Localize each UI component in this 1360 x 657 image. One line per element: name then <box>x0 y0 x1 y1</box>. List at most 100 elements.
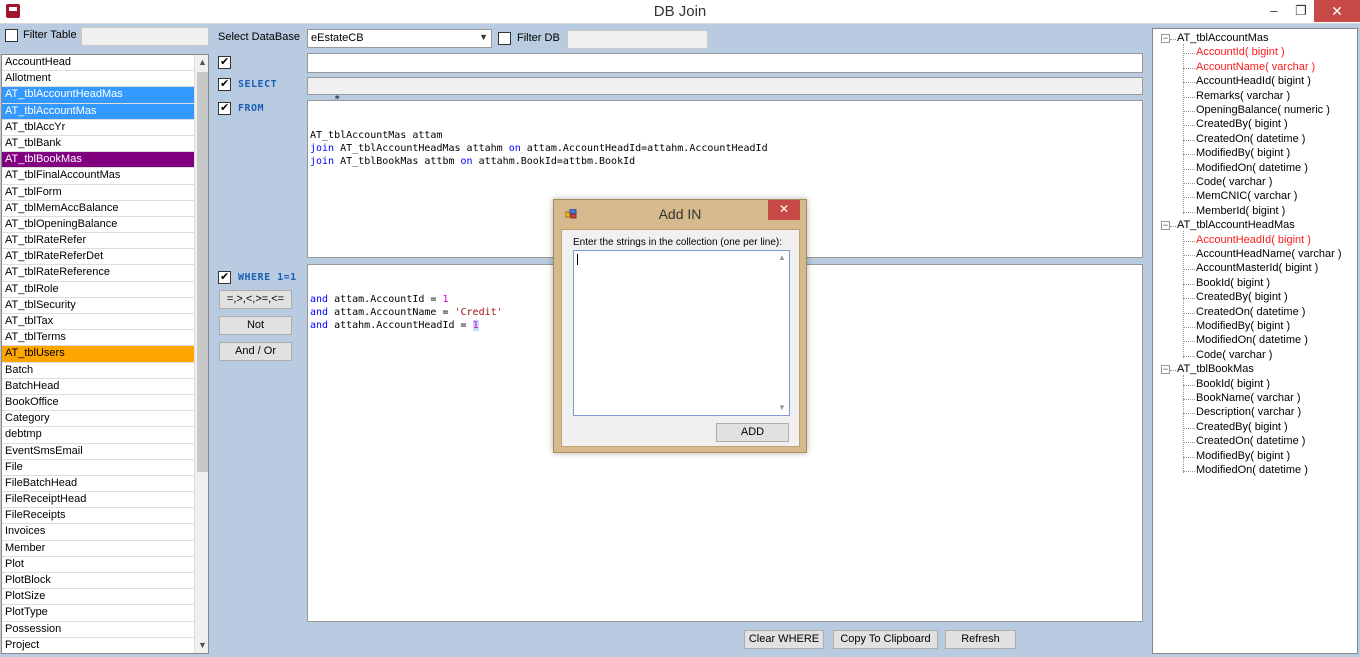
dialog-close-button[interactable]: ✕ <box>768 200 800 220</box>
table-list-item[interactable]: BookOffice <box>2 395 194 412</box>
tree-column-node[interactable]: BookId( bigint ) <box>1196 277 1270 289</box>
refresh-button[interactable]: Refresh <box>945 630 1016 649</box>
tree-column-node[interactable]: Remarks( varchar ) <box>1196 90 1290 102</box>
tree-column-node[interactable]: Code( varchar ) <box>1196 349 1272 361</box>
table-list-item[interactable]: AT_tblFinalAccountMas <box>2 168 194 185</box>
tree-column-node[interactable]: CreatedOn( datetime ) <box>1196 435 1305 447</box>
table-list-item[interactable]: File <box>2 460 194 476</box>
table-list-item[interactable]: Batch <box>2 363 194 379</box>
collapse-icon[interactable]: − <box>1161 34 1170 43</box>
header-sql-box[interactable]: SET TRANSACTION ISOLATION LEVEL READ UNC… <box>307 53 1143 94</box>
tree-column-node[interactable]: ModifiedOn( datetime ) <box>1196 334 1308 346</box>
filter-table-input[interactable] <box>81 27 209 46</box>
tree-column-node[interactable]: MemCNIC( varchar ) <box>1196 190 1297 202</box>
table-list-item[interactable]: AT_tblAccountMas <box>2 103 194 120</box>
textarea-scroll-down-icon[interactable]: ▼ <box>775 401 789 415</box>
select-box[interactable]: * <box>307 77 1143 105</box>
tree-column-node[interactable]: Code( varchar ) <box>1196 176 1272 188</box>
table-list-item[interactable]: FileReceipts <box>2 508 194 525</box>
filter-db-checkbox[interactable] <box>498 32 511 45</box>
database-select[interactable]: eEstateCB ▼ <box>307 29 492 48</box>
tree-table-node[interactable]: AT_tblBookMas <box>1177 363 1254 375</box>
table-list-item[interactable]: AT_tblOpeningBalance <box>2 217 194 234</box>
tree-column-node[interactable]: CreatedBy( bigint ) <box>1196 291 1288 303</box>
table-list-scrollbar[interactable]: ▲ ▼ <box>194 55 208 653</box>
table-list-item[interactable]: AT_tblUsers <box>2 346 194 363</box>
filter-table-checkbox[interactable] <box>5 29 18 42</box>
table-list-item[interactable]: AT_tblRole <box>2 282 194 298</box>
table-list-item[interactable]: PlotBlock <box>2 573 194 590</box>
tree-column-node[interactable]: CreatedOn( datetime ) <box>1196 306 1305 318</box>
tree-column-node[interactable]: ModifiedBy( bigint ) <box>1196 320 1290 332</box>
table-list-item[interactable]: PlotType <box>2 605 194 622</box>
table-list-item[interactable]: AT_tblRateReferDet <box>2 249 194 266</box>
table-list-item[interactable]: AT_tblTerms <box>2 330 194 347</box>
table-list-item[interactable]: AT_tblAccYr <box>2 120 194 136</box>
copy-to-clipboard-button[interactable]: Copy To Clipboard <box>833 630 938 649</box>
table-list-item[interactable]: AT_tblRateRefer <box>2 233 194 250</box>
table-list-item[interactable]: FileReceiptHead <box>2 492 194 509</box>
tree-column-node[interactable]: OpeningBalance( numeric ) <box>1196 104 1330 116</box>
columns-tree[interactable]: − AT_tblAccountMas AccountId( bigint ) Acco… <box>1152 28 1358 654</box>
filter-db-input[interactable] <box>567 30 708 49</box>
collapse-icon[interactable]: − <box>1161 365 1170 375</box>
tree-column-node[interactable]: Description( varchar ) <box>1196 406 1301 418</box>
tree-column-node[interactable]: CreatedBy( bigint ) <box>1196 118 1288 130</box>
header-sql-checkbox[interactable] <box>218 55 231 69</box>
tree-column-node[interactable]: CreatedBy( bigint ) <box>1196 421 1288 433</box>
not-button[interactable]: Not <box>219 316 292 335</box>
collapse-icon[interactable]: − <box>1161 221 1170 231</box>
table-list-item[interactable]: AT_tblRateReference <box>2 265 194 282</box>
tree-column-node[interactable]: ModifiedOn( datetime ) <box>1196 162 1308 174</box>
tree-table-node[interactable]: AT_tblAccountMas <box>1177 32 1269 44</box>
tree-column-node[interactable]: CreatedOn( datetime ) <box>1196 133 1305 145</box>
select-checkbox[interactable] <box>218 77 231 91</box>
table-list-item[interactable]: AT_tblBank <box>2 136 194 153</box>
table-list-item[interactable]: AT_tblForm <box>2 185 194 201</box>
table-list-item[interactable]: Allotment <box>2 71 194 88</box>
table-list-item[interactable]: FileBatchHead <box>2 476 194 493</box>
tree-column-node[interactable]: AccountId( bigint ) <box>1196 46 1285 58</box>
textarea-scroll-up-icon[interactable]: ▲ <box>775 251 789 265</box>
tree-column-node[interactable]: AccountName( varchar ) <box>1196 61 1315 73</box>
table-list-item[interactable]: AT_tblSecurity <box>2 298 194 314</box>
and-or-button[interactable]: And / Or <box>219 342 292 361</box>
tree-column-node[interactable]: AccountHeadId( bigint ) <box>1196 234 1311 246</box>
textarea-scrollbar[interactable]: ▲ ▼ <box>775 251 789 415</box>
tree-column-node[interactable]: AccountHeadId( bigint ) <box>1196 75 1311 87</box>
tree-column-node[interactable]: BookId( bigint ) <box>1196 378 1270 390</box>
clear-where-button[interactable]: Clear WHERE <box>744 630 824 649</box>
table-list-item[interactable]: Possession <box>2 622 194 638</box>
tree-column-node[interactable]: ModifiedBy( bigint ) <box>1196 147 1290 159</box>
table-list-item[interactable]: AccountHead <box>2 55 194 72</box>
scroll-up-icon[interactable]: ▲ <box>195 55 208 70</box>
compare-operators-button[interactable]: =,>,<,>=,<= <box>219 290 292 309</box>
collection-textarea[interactable]: ▲ ▼ <box>573 250 790 416</box>
table-list[interactable]: AccountHead Allotment AT_tblAccountHeadMas… <box>1 54 209 654</box>
table-list-item[interactable]: EventSmsEmail <box>2 444 194 460</box>
table-list-item[interactable]: Member <box>2 541 194 557</box>
tree-column-node[interactable]: AccountMasterId( bigint ) <box>1196 262 1318 274</box>
table-list-item[interactable]: AT_tblMemAccBalance <box>2 201 194 217</box>
table-list-item[interactable]: Invoices <box>2 524 194 541</box>
where-checkbox[interactable] <box>218 270 231 284</box>
table-list-item[interactable]: Category <box>2 411 194 428</box>
scroll-thumb[interactable] <box>197 72 208 472</box>
tree-column-node[interactable]: ModifiedOn( datetime ) <box>1196 464 1308 476</box>
table-list-item[interactable]: debtmp <box>2 427 194 444</box>
table-list-item[interactable]: Project <box>2 638 194 653</box>
tree-table-node[interactable]: AT_tblAccountHeadMas <box>1177 219 1295 231</box>
tree-column-node[interactable]: MemberId( bigint ) <box>1196 205 1285 217</box>
tree-column-node[interactable]: ModifiedBy( bigint ) <box>1196 450 1290 462</box>
table-list-item[interactable]: AT_tblAccountHeadMas <box>2 87 194 104</box>
tree-column-node[interactable]: AccountHeadName( varchar ) <box>1196 248 1342 260</box>
minimize-button[interactable]: – <box>1259 0 1289 22</box>
table-list-item[interactable]: Plot <box>2 557 194 573</box>
from-checkbox[interactable] <box>218 101 231 115</box>
close-button[interactable]: ✕ <box>1314 0 1360 22</box>
table-list-item[interactable]: AT_tblBookMas <box>2 152 194 169</box>
table-list-item[interactable]: PlotSize <box>2 589 194 606</box>
add-button[interactable]: ADD <box>716 423 789 442</box>
tree-column-node[interactable]: BookName( varchar ) <box>1196 392 1301 404</box>
maximize-button[interactable]: ❐ <box>1286 0 1316 22</box>
